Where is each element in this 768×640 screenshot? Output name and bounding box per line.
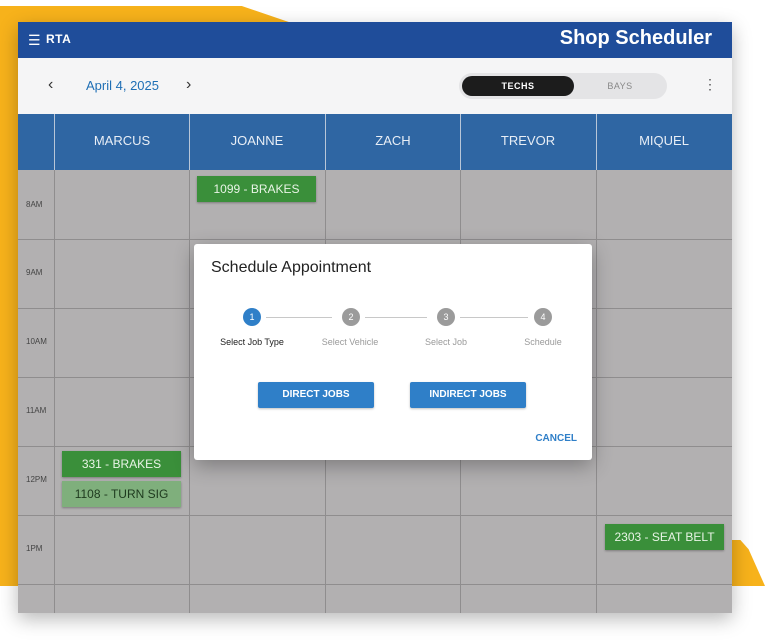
dialog-title: Schedule Appointment [211,259,372,276]
step-connector [266,317,332,318]
step-1-label: Select Job Type [220,337,284,347]
modal-overlay: Schedule Appointment 1 2 3 4 Select Job … [18,22,732,613]
app-window: ☰ RTA Shop Scheduler ‹ April 4, 2025 › T… [18,22,732,613]
step-1-indicator: 1 [243,308,261,326]
direct-jobs-button[interactable]: DIRECT JOBS [258,382,374,408]
step-3-indicator: 3 [437,308,455,326]
schedule-appointment-dialog: Schedule Appointment 1 2 3 4 Select Job … [194,244,592,460]
cancel-button[interactable]: CANCEL [535,433,577,444]
step-4-indicator: 4 [534,308,552,326]
step-connector [460,317,528,318]
step-connector [365,317,427,318]
step-4-label: Schedule [524,337,562,347]
indirect-jobs-button[interactable]: INDIRECT JOBS [410,382,526,408]
step-2-label: Select Vehicle [321,337,379,347]
step-2-indicator: 2 [342,308,360,326]
step-3-label: Select Job [424,337,468,347]
